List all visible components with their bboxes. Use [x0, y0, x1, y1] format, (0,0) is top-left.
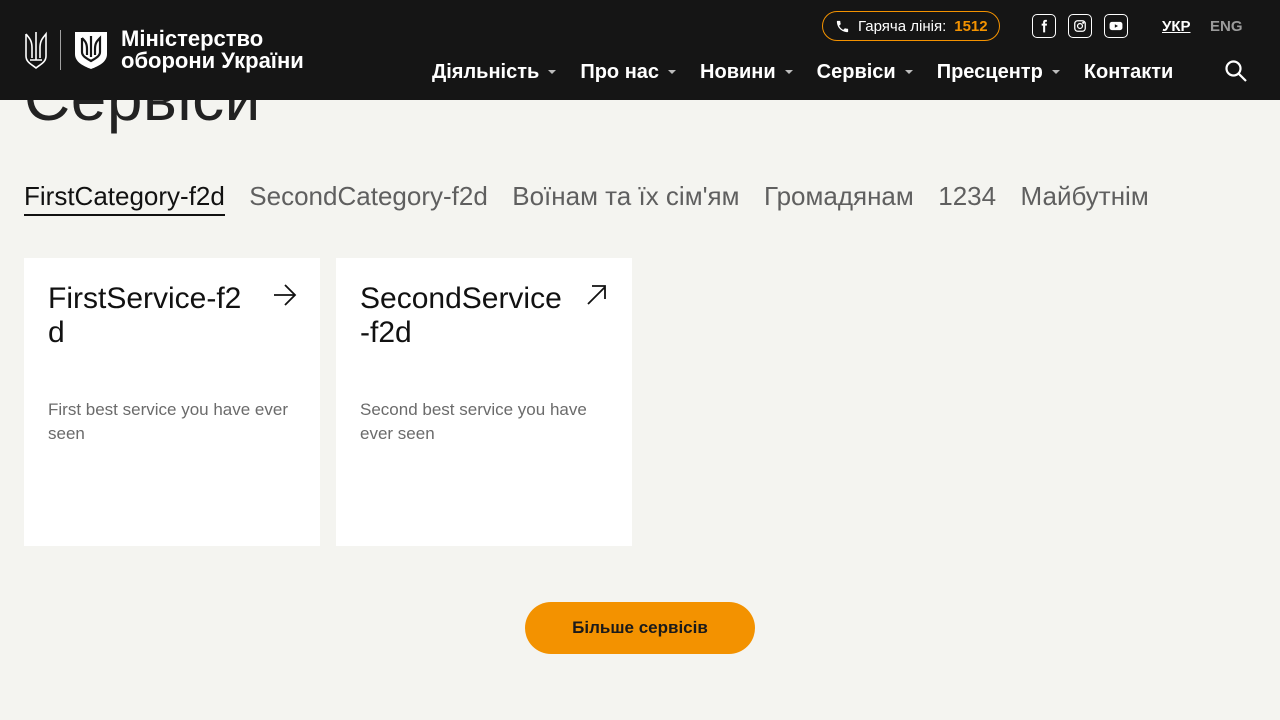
service-card-description: Second best service you have ever seen: [360, 400, 587, 443]
youtube-link[interactable]: [1104, 14, 1128, 38]
lang-eng[interactable]: ENG: [1210, 18, 1243, 35]
instagram-link[interactable]: [1068, 14, 1092, 38]
hotline-label: Гаряча лінія:: [858, 17, 947, 35]
caret-down-icon: [784, 70, 793, 74]
site-header: Міністерство оборони України Гаряча ліні…: [0, 0, 1280, 100]
facebook-link[interactable]: [1032, 14, 1056, 38]
caret-down-icon: [904, 70, 913, 74]
caret-down-icon: [548, 70, 557, 74]
tab-1234[interactable]: 1234: [938, 180, 996, 214]
more-services-button[interactable]: Більше сервісів: [525, 602, 755, 654]
tab-second-category[interactable]: SecondCategory-f2d: [249, 180, 487, 214]
nav-label: Новини: [700, 60, 776, 83]
logo-text: Міністерство оборони України: [121, 28, 304, 72]
logo-line-1: Міністерство: [121, 26, 264, 51]
tab-warriors[interactable]: Воїнам та їх сім'ям: [512, 180, 739, 214]
nav-item-about[interactable]: Про нас: [580, 60, 677, 84]
nav-label: Про нас: [580, 60, 660, 83]
facebook-icon: [1041, 19, 1048, 33]
nav-label: Контакти: [1083, 60, 1174, 83]
service-card-title: SecondService-f2d: [360, 282, 562, 349]
arrow-right-icon: [274, 284, 297, 306]
nav-item-services[interactable]: Сервіси: [817, 61, 913, 84]
caret-down-icon: [1051, 70, 1060, 74]
main-nav: Діяльність Про нас Новини Сервіси Пресце…: [432, 60, 1197, 84]
nav-label: Сервіси: [816, 60, 896, 83]
category-tabs: FirstCategory-f2d SecondCategory-f2d Вої…: [24, 180, 1256, 218]
nav-label: Пресцентр: [936, 60, 1043, 83]
service-card-second[interactable]: SecondService-f2d Second best service yo…: [336, 258, 632, 546]
logo-line-2: оборони України: [121, 48, 304, 73]
caret-down-icon: [668, 70, 677, 74]
search-icon[interactable]: [1224, 59, 1248, 83]
ministry-logo[interactable]: Міністерство оборони України: [24, 28, 304, 72]
logo-divider: [60, 30, 61, 70]
tab-future[interactable]: Майбутнім: [1021, 180, 1149, 214]
hotline-button[interactable]: Гаряча лінія: 1512: [822, 11, 1000, 41]
nav-item-contacts[interactable]: Контакти: [1084, 61, 1174, 84]
nav-item-news[interactable]: Новини: [700, 61, 793, 84]
coat-of-arms-icon: [25, 31, 47, 70]
youtube-icon: [1109, 21, 1123, 31]
instagram-icon: [1074, 20, 1086, 32]
nav-label: Діяльність: [432, 60, 540, 83]
service-card-first[interactable]: FirstService-f2d First best service you …: [24, 258, 320, 546]
service-card-title: FirstService-f2d: [48, 282, 242, 349]
service-card-description: First best service you have ever seen: [48, 400, 288, 443]
arrow-up-right-icon: [587, 285, 606, 305]
lang-ukr[interactable]: УКР: [1162, 18, 1191, 35]
shield-icon: [75, 32, 107, 69]
tab-first-category[interactable]: FirstCategory-f2d: [24, 180, 225, 216]
nav-item-press[interactable]: Пресцентр: [937, 61, 1060, 84]
nav-item-activity[interactable]: Діяльність: [432, 60, 557, 84]
hotline-number: 1512: [954, 17, 988, 35]
tab-citizens[interactable]: Громадянам: [764, 180, 914, 214]
phone-icon: [836, 20, 849, 32]
